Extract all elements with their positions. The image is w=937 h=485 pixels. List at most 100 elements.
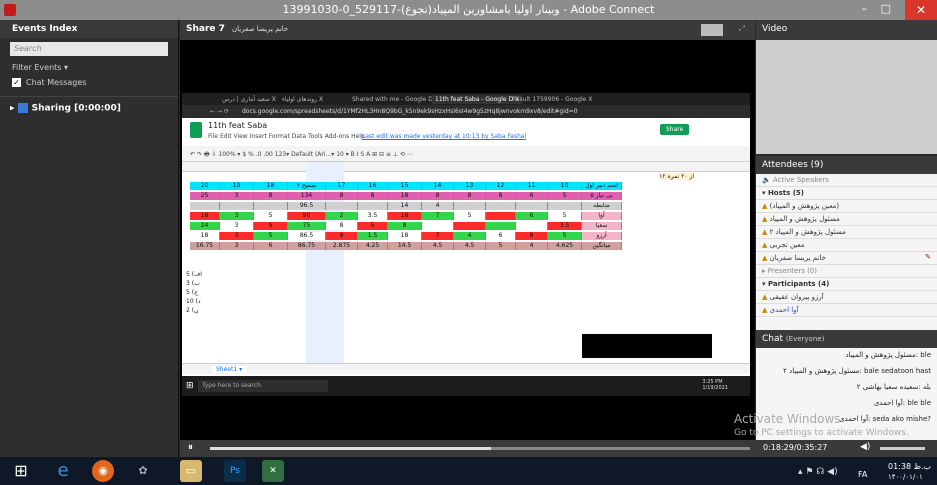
sheet-cell[interactable] <box>486 202 516 210</box>
sheet-cell[interactable]: اسم دبیر اول <box>582 182 622 190</box>
sheet-cell[interactable]: 3.5 <box>358 212 388 220</box>
language-indicator[interactable]: FA <box>858 470 867 479</box>
sheet-cell[interactable]: 4 <box>454 232 486 240</box>
sheet-cell[interactable]: 18 <box>190 232 220 240</box>
address-bar[interactable]: ← → ⟳ docs.google.com/spreadsheets/d/1YM… <box>182 105 750 118</box>
sheet-cell[interactable]: 15 <box>388 182 422 190</box>
sheet-cell[interactable] <box>454 222 486 230</box>
sheet-cell[interactable]: 4 <box>422 202 454 210</box>
sheet-cell[interactable]: 19 <box>220 182 254 190</box>
sheet-cell[interactable]: 8 <box>326 192 358 200</box>
sheet-cell[interactable]: میانگین <box>582 242 622 250</box>
participants-group[interactable]: ▾ Participants (4) <box>756 278 937 291</box>
url-text[interactable]: docs.google.com/spreadsheets/d/1YMf2HL3H… <box>242 108 582 115</box>
sheet-cell[interactable]: 8 <box>516 232 548 240</box>
sheet-cell[interactable]: 8 <box>326 232 358 240</box>
sheet-cell[interactable]: 6 <box>486 232 516 240</box>
sheet-cell[interactable] <box>486 222 516 230</box>
host-item[interactable]: ▲ خانم پریسا صفریان ✎ <box>756 252 937 265</box>
sheet-cell[interactable] <box>422 222 454 230</box>
chrome-icon[interactable]: ◉ <box>92 460 114 482</box>
sheet-cell[interactable]: سعیا <box>582 222 622 230</box>
host-item[interactable]: ▲ مسئول پژوهش و المپیاد ۲ <box>756 226 937 239</box>
host-item[interactable]: ▲ معین تجربی <box>756 239 937 252</box>
hosts-group[interactable]: ▾ Hosts (5) <box>756 187 937 200</box>
sheet-cell[interactable]: 6 <box>516 192 548 200</box>
sheet-cell[interactable]: 8 <box>254 192 288 200</box>
share-doc-button[interactable]: Share <box>660 124 690 135</box>
sheet-cell[interactable]: 75 <box>288 222 326 230</box>
sheet-cell[interactable]: 4.5 <box>454 242 486 250</box>
sheet-cell[interactable]: 4.625 <box>548 242 582 250</box>
sheet-cell[interactable]: 18 <box>388 232 422 240</box>
sheet-cell[interactable]: 18 <box>190 212 220 220</box>
windows-start-icon[interactable]: ⊞ <box>186 381 194 391</box>
pod-options-icon[interactable] <box>701 24 723 36</box>
sheet-cell[interactable]: 96.5 <box>288 202 326 210</box>
host-item[interactable]: ▲ (معین پژوهش و المپیاد) <box>756 200 937 213</box>
sheet-cell[interactable]: 134 <box>288 192 326 200</box>
minimize-button[interactable]: – <box>862 2 868 15</box>
sheet-cell[interactable]: 16.75 <box>190 242 220 250</box>
pause-button[interactable]: ⏸ <box>188 442 193 453</box>
browser-tab-active[interactable]: 11th feat Saba - Google D X <box>432 95 523 104</box>
sheet-cell[interactable] <box>454 202 486 210</box>
spreadsheet-grid[interactable]: ۱۲ از ۲۰ نمره 20 19 18 سمیح ۲ 17 16 15 14 13 12 11… <box>182 162 750 374</box>
pod-resize-icon[interactable]: ⤢ <box>739 24 745 34</box>
browser-tab[interactable]: سعید آماری | درس X <box>222 96 276 103</box>
menu-bar[interactable]: File Edit View Insert Format Data Tools … <box>208 133 365 140</box>
sheet-cell[interactable]: 5 <box>548 232 582 240</box>
volume-icon[interactable]: ◀) <box>860 442 870 452</box>
sheet-cell[interactable] <box>486 212 516 220</box>
sheet-cell[interactable]: 8 <box>422 192 454 200</box>
sheet-tab[interactable]: Sheet1 ▾ <box>212 366 247 373</box>
sheet-cell[interactable]: 5 <box>486 242 516 250</box>
browser-tab[interactable]: Result 1759906 - Google X <box>512 96 592 103</box>
sheet-cell[interactable] <box>516 222 548 230</box>
sheet-cell[interactable]: 8 <box>358 192 388 200</box>
sheet-cell[interactable]: 86.75 <box>288 242 326 250</box>
spreadsheet-app-icon[interactable]: ✕ <box>262 460 284 482</box>
sheet-cell[interactable]: 14 <box>422 182 454 190</box>
close-button[interactable]: ✕ <box>905 0 937 20</box>
filter-events-dropdown[interactable]: Filter Events ▾ <box>0 60 178 75</box>
progress-track[interactable] <box>210 447 750 450</box>
sheet-cell[interactable]: 6 <box>516 212 548 220</box>
sheet-cell[interactable]: ۵ بی نیاز <box>582 192 622 200</box>
sheet-cell[interactable]: 3 <box>220 192 254 200</box>
sheet-cell[interactable]: 18 <box>388 212 422 220</box>
sheet-cell[interactable]: 6 <box>254 242 288 250</box>
sheet-cell[interactable]: 5 <box>254 232 288 240</box>
sheet-cell[interactable]: 20 <box>190 182 220 190</box>
sheet-cell[interactable]: 14 <box>388 202 422 210</box>
sheet-cell[interactable] <box>326 202 358 210</box>
windows-start-icon[interactable]: ⊞ <box>10 460 32 482</box>
volume-slider[interactable] <box>880 447 925 450</box>
photoshop-icon[interactable]: Ps <box>224 460 246 482</box>
sheet-cell[interactable]: 2 <box>326 212 358 220</box>
nav-arrows-icon[interactable]: ← → ⟳ <box>210 108 229 115</box>
sheet-cell[interactable] <box>190 202 220 210</box>
browser-tab[interactable]: روندهای اولیاء X <box>282 96 323 103</box>
sheet-cell[interactable]: 7 <box>422 232 454 240</box>
sheet-cell[interactable]: ضابطه <box>582 202 622 210</box>
sheet-cell[interactable] <box>516 202 548 210</box>
file-explorer-icon[interactable]: ▭ <box>180 460 202 482</box>
sheet-cell[interactable]: 2.875 <box>326 242 358 250</box>
sheet-cell[interactable]: 5 <box>254 212 288 220</box>
sheet-cell[interactable]: آوا <box>582 212 622 220</box>
checkbox-icon[interactable]: ✓ <box>12 78 21 87</box>
sheet-cell[interactable]: 6 <box>254 222 288 230</box>
sheet-cell[interactable]: 5 <box>358 222 388 230</box>
sheet-cell[interactable]: سمیح ۲ <box>288 182 326 190</box>
participant-item[interactable]: ▲ آرزو پیروان عقیقی <box>756 291 937 304</box>
sheet-cell[interactable]: 4.5 <box>422 242 454 250</box>
toolbar-buttons[interactable]: ↶ ↷ 🖶 ⇩ 100% ▾ $ % .0 .00 123▾ Default (… <box>190 150 413 160</box>
sheet-cell[interactable]: 8 <box>486 192 516 200</box>
sheet-cell[interactable]: 3 <box>220 242 254 250</box>
sheet-cell[interactable]: 3 <box>220 212 254 220</box>
sharing-event-item[interactable]: ▸ Sharing [0:00:00] <box>0 96 178 120</box>
sheet-cell[interactable]: 16 <box>358 182 388 190</box>
browser-tab[interactable]: Shared with me - Google D X <box>352 96 439 103</box>
sheet-cell[interactable]: 5 <box>548 192 582 200</box>
